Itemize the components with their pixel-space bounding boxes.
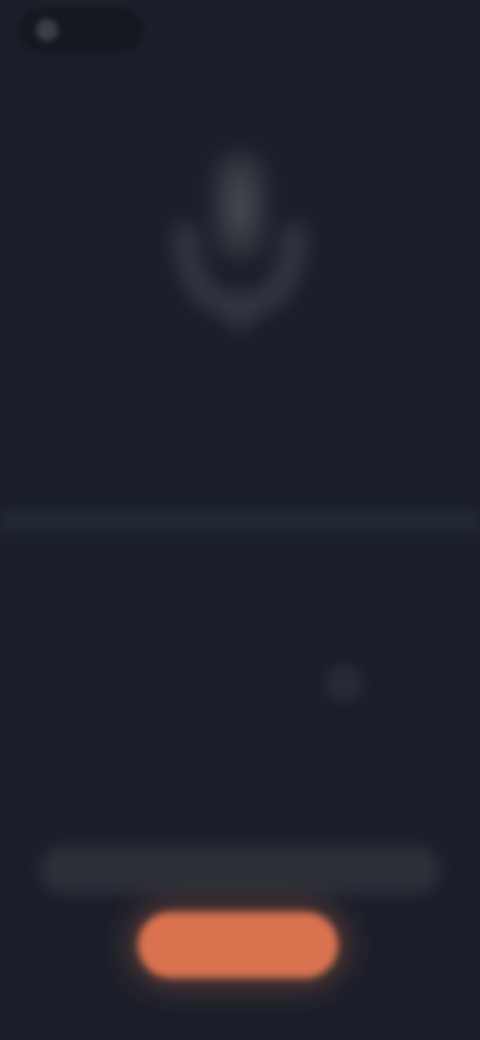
divider xyxy=(0,508,480,534)
voice-screen xyxy=(0,0,480,1040)
microphone-icon xyxy=(165,140,315,340)
status-badge xyxy=(324,665,364,701)
avatar xyxy=(36,19,58,41)
caption-bar xyxy=(40,846,440,894)
status-area xyxy=(140,665,370,765)
top-left-pill-button[interactable] xyxy=(18,8,144,52)
primary-action-button[interactable] xyxy=(138,912,338,978)
